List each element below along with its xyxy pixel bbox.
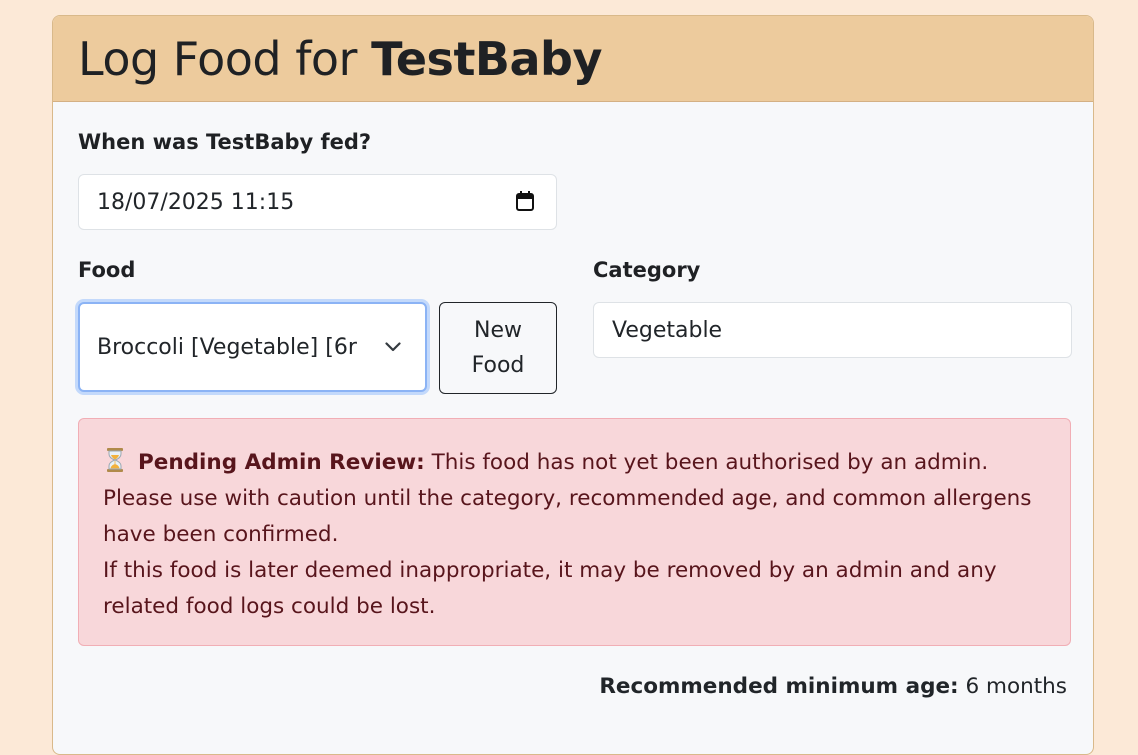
min-age-value: 6 months xyxy=(958,674,1067,699)
baby-name: TestBaby xyxy=(371,31,602,86)
hourglass-icon xyxy=(107,448,123,472)
category-label: Category xyxy=(593,258,701,282)
food-label: Food xyxy=(78,258,136,282)
calendar-icon[interactable] xyxy=(516,191,534,211)
min-age-label: Recommended minimum age: xyxy=(599,674,959,699)
fed-time-label: When was TestBaby fed? xyxy=(78,130,372,154)
log-food-card: Log Food for TestBaby When was TestBaby … xyxy=(52,15,1094,755)
new-food-label-line2: Food xyxy=(471,353,525,378)
card-header: Log Food for TestBaby xyxy=(53,16,1093,102)
pending-review-alert: Pending Admin Review: This food has not … xyxy=(78,418,1071,646)
category-value: Vegetable xyxy=(612,317,723,343)
food-select-value: Broccoli [Vegetable] [6r xyxy=(97,334,357,360)
recommended-min-age: Recommended minimum age: 6 months xyxy=(599,674,1067,699)
alert-message-2: If this food is later deemed inappropria… xyxy=(103,558,997,619)
alert-title: Pending Admin Review: xyxy=(138,450,425,475)
page-title-prefix: Log Food for xyxy=(78,31,372,86)
category-field[interactable]: Vegetable xyxy=(593,302,1072,358)
alert-paragraph-1: Pending Admin Review: This food has not … xyxy=(103,445,1046,553)
chevron-down-icon xyxy=(385,342,401,352)
fed-time-value: 18/07/2025 11:15 xyxy=(97,189,295,215)
fed-time-input[interactable]: 18/07/2025 11:15 xyxy=(78,174,557,230)
new-food-label-line1: New xyxy=(474,318,522,343)
new-food-button[interactable]: New Food xyxy=(439,302,557,394)
food-select[interactable]: Broccoli [Vegetable] [6r xyxy=(78,302,427,392)
page-title: Log Food for TestBaby xyxy=(78,32,602,86)
